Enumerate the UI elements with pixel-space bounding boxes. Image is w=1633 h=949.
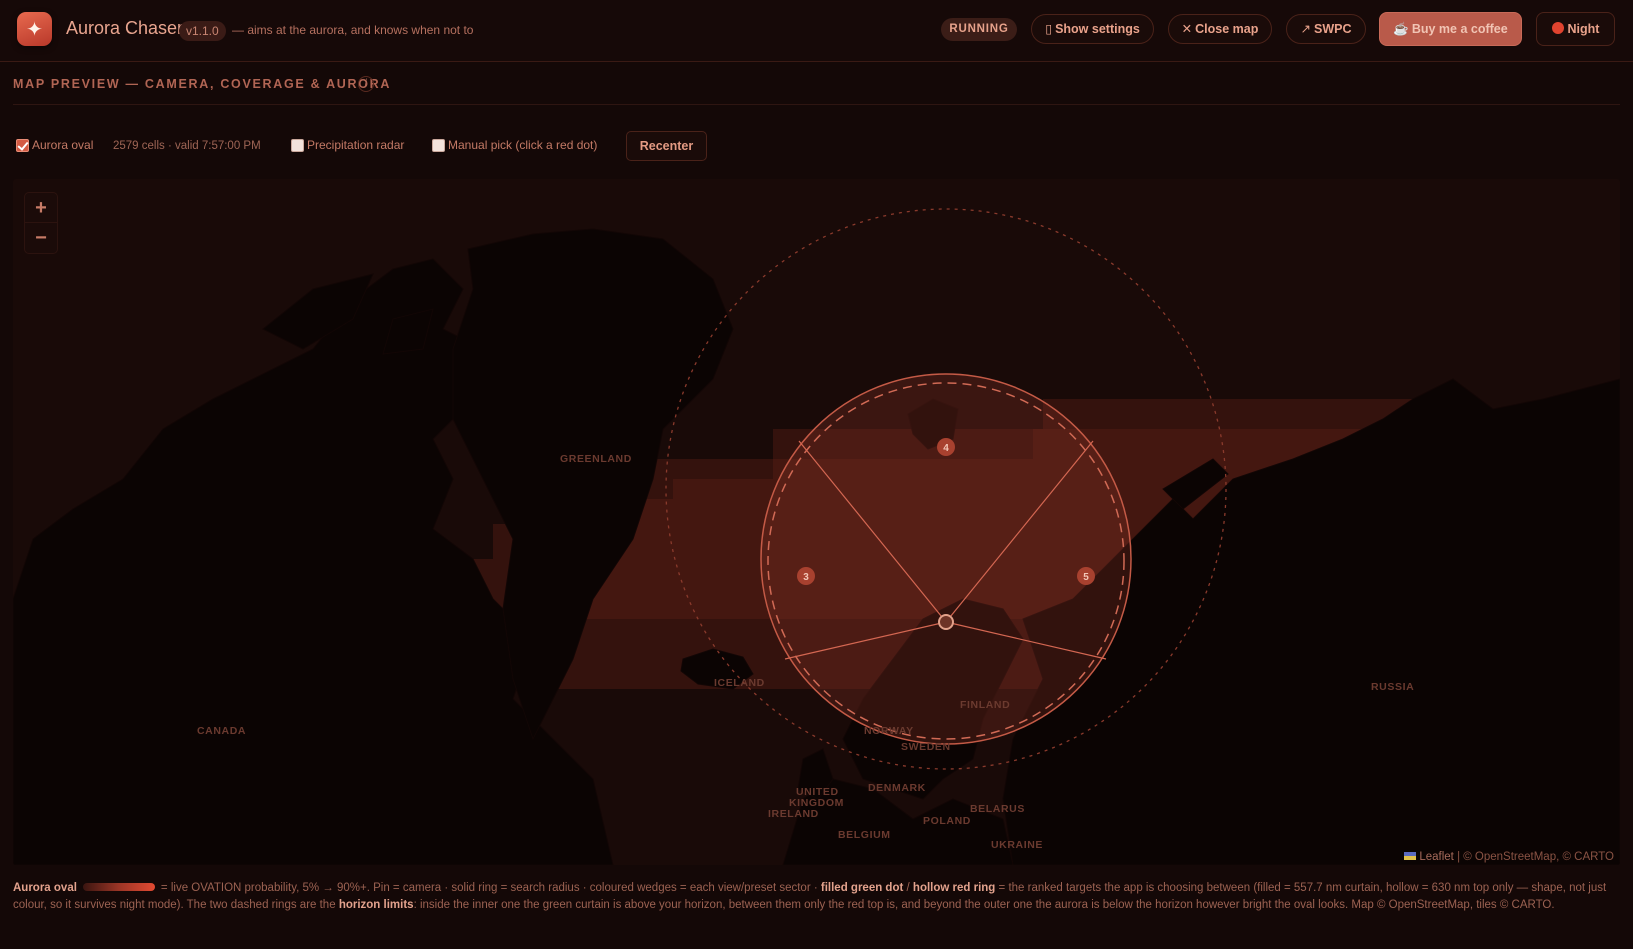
buy-coffee-button[interactable]: ☕ Buy me a coffee bbox=[1379, 12, 1522, 46]
section-title: MAP PREVIEW — CAMERA, COVERAGE & AURORA bbox=[13, 77, 392, 91]
map-label-finland: FINLAND bbox=[960, 699, 1011, 711]
show-settings-button[interactable]: ▯ Show settings bbox=[1031, 14, 1154, 44]
aurora-oval-toggle[interactable]: Aurora oval bbox=[16, 138, 93, 152]
close-icon: ✕ bbox=[1181, 22, 1193, 36]
zoom-in-button[interactable]: + bbox=[25, 193, 57, 223]
sector-marker-3[interactable]: 3 bbox=[797, 567, 815, 585]
map-preview[interactable]: 4 3 5 GREENLAND CANADA ICELAND NORWAY SW… bbox=[13, 179, 1620, 865]
map-label-belgium: BELGIUM bbox=[838, 829, 891, 841]
map-label-canada: CANADA bbox=[197, 725, 247, 737]
sector-label-4: 4 bbox=[943, 443, 949, 454]
coffee-cup-icon: ☕ bbox=[1393, 22, 1409, 36]
aurora-oval-checkbox[interactable] bbox=[16, 138, 29, 152]
aurora-oval-label: Aurora oval bbox=[32, 138, 94, 152]
map-label-ukraine: UKRAINE bbox=[991, 839, 1044, 851]
legend-slash: / bbox=[906, 882, 910, 894]
search-radius-disc bbox=[760, 373, 1132, 745]
show-settings-label: Show settings bbox=[1055, 22, 1140, 36]
status-badge: RUNNING bbox=[941, 18, 1017, 41]
legend-text-1: = live OVATION probability, 5% → 90%+. P… bbox=[160, 882, 818, 894]
oval-cells-info: 2579 cells · valid 7:57:00 PM bbox=[113, 140, 261, 152]
legend-horizon: horizon limits bbox=[338, 899, 414, 911]
buy-coffee-label: Buy me a coffee bbox=[1411, 22, 1508, 36]
night-mode-icon bbox=[1551, 22, 1564, 34]
camera-pin[interactable] bbox=[938, 614, 954, 630]
recenter-button[interactable]: Recenter bbox=[626, 131, 707, 161]
top-bar: ✦ Aurora Chaser v1.1.0 — aims at the aur… bbox=[0, 0, 1633, 62]
map-label-belarus: BELARUS bbox=[970, 803, 1025, 815]
map-label-iceland: ICELAND bbox=[714, 677, 765, 689]
swpc-link[interactable]: ↗ SWPC bbox=[1286, 14, 1366, 44]
sector-label-5: 5 bbox=[1083, 572, 1089, 583]
zoom-out-button[interactable]: − bbox=[25, 223, 57, 253]
divider bbox=[13, 104, 1620, 105]
tagline: — aims at the aurora, and knows when not… bbox=[232, 23, 474, 37]
legend-hollow: hollow red ring bbox=[912, 882, 996, 894]
map-label-sweden: SWEDEN bbox=[901, 741, 951, 753]
close-map-button[interactable]: ✕ Close map bbox=[1168, 14, 1272, 44]
sector-label-3: 3 bbox=[803, 572, 809, 583]
sparkle-icon: ✦ bbox=[17, 12, 52, 46]
map-label-norway: NORWAY bbox=[864, 725, 914, 737]
legend-text-3: : inside the inner one the green curtain… bbox=[413, 899, 1555, 911]
sector-marker-5[interactable]: 5 bbox=[1077, 567, 1095, 585]
probability-gradient bbox=[82, 883, 155, 891]
swpc-label: SWPC bbox=[1313, 22, 1352, 36]
manual-pick-toggle[interactable]: Manual pick (click a red dot) bbox=[432, 138, 597, 152]
map-legend: Aurora oval = live OVATION probability, 5… bbox=[13, 880, 1620, 914]
theme-label: Night bbox=[1567, 22, 1600, 36]
settings-icon: ▯ bbox=[1045, 22, 1053, 36]
map-label-poland: POLAND bbox=[923, 815, 971, 827]
manual-pick-checkbox[interactable] bbox=[432, 138, 445, 152]
map-label-russia: RUSSIA bbox=[1371, 681, 1415, 693]
ukraine-flag-icon bbox=[1404, 852, 1417, 860]
attribution-text: | © OpenStreetMap, © CARTO bbox=[1457, 851, 1614, 863]
external-link-icon: ↗ bbox=[1300, 22, 1311, 36]
legend-filled: filled green dot bbox=[820, 882, 904, 894]
manual-pick-label: Manual pick (click a red dot) bbox=[448, 138, 598, 152]
close-map-label: Close map bbox=[1195, 22, 1259, 36]
sector-marker-4[interactable]: 4 bbox=[937, 438, 955, 456]
zoom-control: + − bbox=[25, 193, 57, 253]
version-badge: v1.1.0 bbox=[179, 21, 226, 41]
map-canvas[interactable]: 4 3 5 bbox=[13, 179, 1620, 865]
info-icon[interactable]: i bbox=[358, 76, 374, 92]
map-label-ireland: IRELAND bbox=[768, 808, 819, 820]
precipitation-checkbox[interactable] bbox=[291, 138, 304, 152]
leaflet-link[interactable]: Leaflet bbox=[1419, 851, 1454, 863]
legend-oval-label: Aurora oval bbox=[13, 882, 77, 894]
map-label-greenland: GREENLAND bbox=[560, 453, 632, 465]
precipitation-label: Precipitation radar bbox=[307, 138, 405, 152]
map-attribution: Leaflet | © OpenStreetMap, © CARTO bbox=[1404, 851, 1614, 863]
theme-toggle-button[interactable]: Night bbox=[1536, 12, 1615, 46]
precipitation-toggle[interactable]: Precipitation radar bbox=[291, 138, 404, 152]
map-label-denmark: DENMARK bbox=[868, 782, 926, 794]
app-title: Aurora Chaser bbox=[66, 18, 184, 38]
